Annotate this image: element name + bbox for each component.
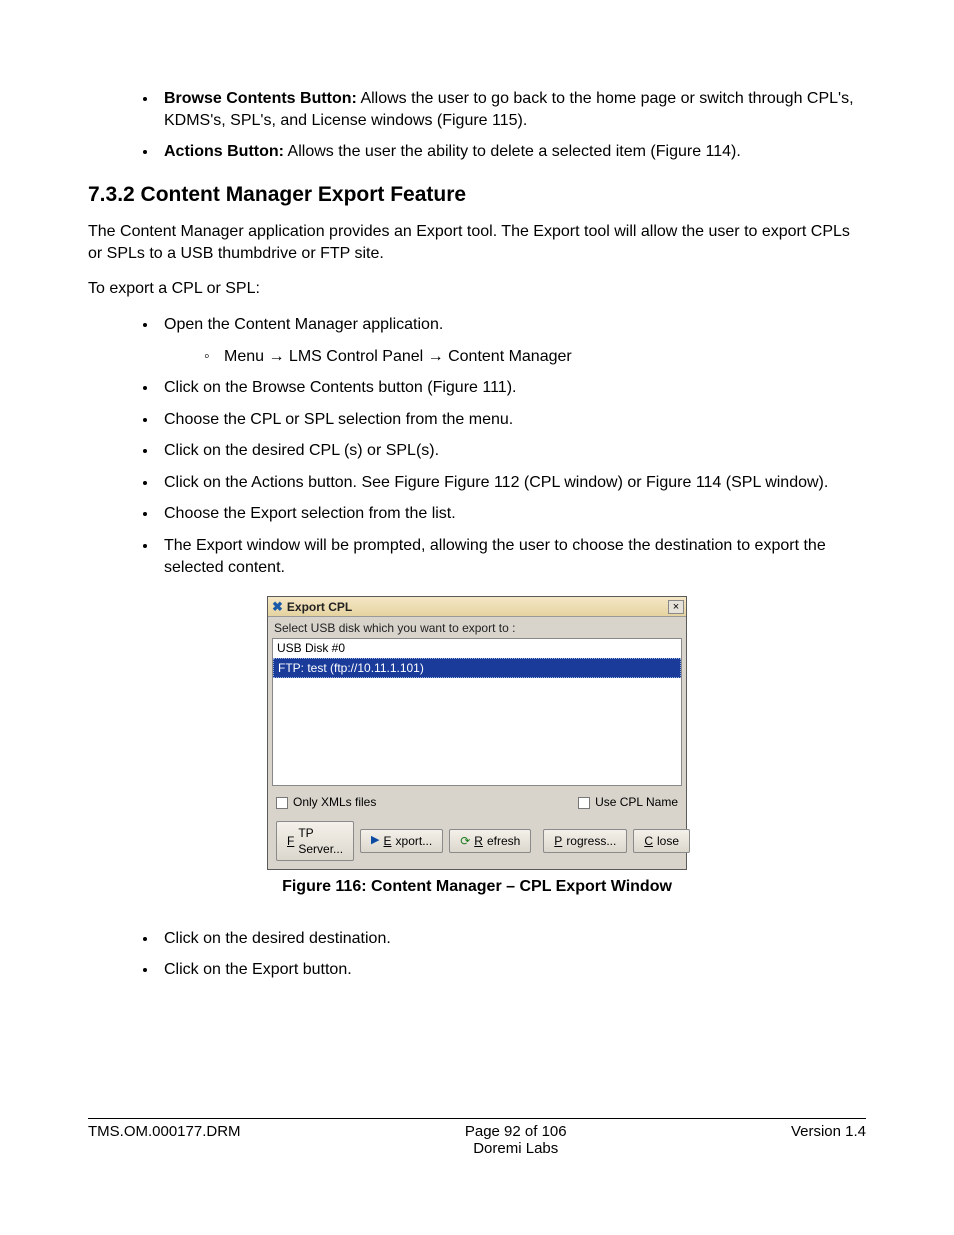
dialog-prompt: Select USB disk which you want to export… <box>268 617 686 638</box>
ftp-server-button[interactable]: FTP Server... <box>276 821 354 861</box>
btn-rest: lose <box>657 833 679 849</box>
footer-version: Version 1.4 <box>791 1123 866 1157</box>
btn-rest: TP Server... <box>298 825 343 857</box>
figure-caption: Figure 116: Content Manager – CPL Export… <box>88 876 866 898</box>
btn-u: C <box>644 833 653 849</box>
step-text: Open the Content Manager application. <box>164 316 443 333</box>
options-row: Only XMLs files Use CPL Name <box>268 786 686 816</box>
footer-rule <box>88 1118 866 1119</box>
intro-bullet-list: Browse Contents Button: Allows the user … <box>158 88 866 163</box>
checkbox-icon <box>578 797 590 809</box>
btn-u: P <box>554 833 562 849</box>
close-button[interactable]: Close <box>633 829 690 853</box>
progress-button[interactable]: Progress... <box>543 829 627 853</box>
checkbox-icon <box>276 797 288 809</box>
use-cpl-name-checkbox[interactable]: Use CPL Name <box>578 794 678 810</box>
step-item: Click on the Actions button. See Figure … <box>158 472 866 494</box>
intro-bullet-2: Actions Button: Allows the user the abil… <box>158 141 866 163</box>
only-xmls-checkbox[interactable]: Only XMLs files <box>276 794 376 810</box>
substep-text: Menu → LMS Control Panel → Content Manag… <box>224 348 572 365</box>
step-item: The Export window will be prompted, allo… <box>158 535 866 578</box>
destination-listbox[interactable]: USB Disk #0 FTP: test (ftp://10.11.1.101… <box>272 638 682 786</box>
paragraph-intro: The Content Manager application provides… <box>88 221 866 264</box>
step-item: Choose the CPL or SPL selection from the… <box>158 409 866 431</box>
app-x-icon: ✖ <box>272 598 283 616</box>
substep-item: Menu → LMS Control Panel → Content Manag… <box>198 346 866 368</box>
post-figure-list: Click on the desired destination. Click … <box>158 928 866 981</box>
steps-list: Open the Content Manager application. Me… <box>158 314 866 578</box>
page-footer: TMS.OM.000177.DRM Page 92 of 106 Doremi … <box>88 1118 866 1157</box>
intro-bullet-1: Browse Contents Button: Allows the user … <box>158 88 866 131</box>
step-item: Click on the Browse Contents button (Fig… <box>158 377 866 399</box>
paragraph-lead: To export a CPL or SPL: <box>88 278 866 300</box>
btn-u: R <box>474 833 483 849</box>
dialog-title: Export CPL <box>287 599 668 615</box>
list-item-ftp[interactable]: FTP: test (ftp://10.11.1.101) <box>273 658 681 678</box>
btn-rest: efresh <box>487 833 520 849</box>
refresh-icon: ⟳ <box>460 833 470 849</box>
footer-company: Doremi Labs <box>241 1140 791 1157</box>
bullet-bold: Actions Button: <box>164 143 284 160</box>
dialog-titlebar[interactable]: ✖ Export CPL × <box>268 597 686 617</box>
export-button[interactable]: ▶ Export... <box>360 829 443 853</box>
step-item: Click on the desired CPL (s) or SPL(s). <box>158 440 866 462</box>
footer-center: Page 92 of 106 Doremi Labs <box>241 1123 791 1157</box>
section-heading: 7.3.2 Content Manager Export Feature <box>88 181 866 209</box>
checkbox-label: Only XMLs files <box>293 794 376 810</box>
bullet-bold: Browse Contents Button: <box>164 90 357 107</box>
export-icon: ▶ <box>371 833 379 848</box>
footer-page-num: Page 92 of 106 <box>241 1123 791 1140</box>
list-item-usb[interactable]: USB Disk #0 <box>273 639 681 657</box>
refresh-button[interactable]: ⟳Refresh <box>449 829 531 853</box>
checkbox-label: Use CPL Name <box>595 794 678 810</box>
export-cpl-dialog: ✖ Export CPL × Select USB disk which you… <box>267 596 687 870</box>
substeps-list: Menu → LMS Control Panel → Content Manag… <box>198 346 866 368</box>
post-step-item: Click on the desired destination. <box>158 928 866 950</box>
close-icon[interactable]: × <box>668 600 684 614</box>
btn-rest: xport... <box>396 833 433 849</box>
footer-doc-id: TMS.OM.000177.DRM <box>88 1123 241 1157</box>
step-item: Open the Content Manager application. Me… <box>158 314 866 367</box>
figure-wrapper: ✖ Export CPL × Select USB disk which you… <box>88 596 866 897</box>
button-row: FTP Server... ▶ Export... ⟳Refresh Progre… <box>268 817 686 869</box>
btn-u: E <box>384 833 392 849</box>
btn-u: F <box>287 833 294 849</box>
step-item: Choose the Export selection from the lis… <box>158 503 866 525</box>
bullet-rest: Allows the user the ability to delete a … <box>284 143 741 160</box>
btn-rest: rogress... <box>566 833 616 849</box>
post-step-item: Click on the Export button. <box>158 959 866 981</box>
